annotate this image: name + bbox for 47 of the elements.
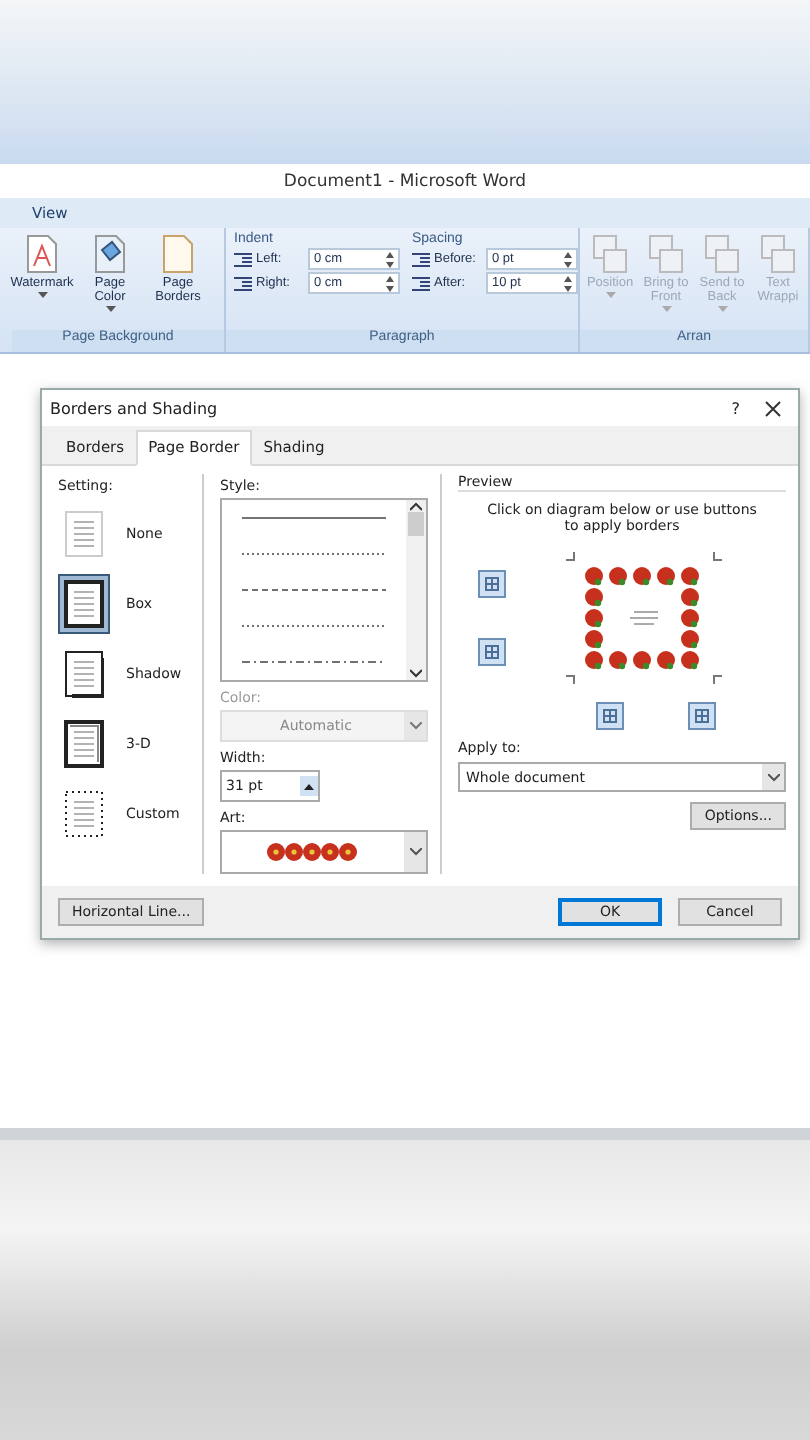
scroll-thumb[interactable] [408, 512, 424, 536]
bordered-page-icon [64, 720, 104, 768]
line-style-option[interactable] [242, 656, 386, 668]
spin-arrows-icon[interactable] [564, 275, 572, 291]
scroll-down-icon[interactable] [410, 668, 422, 680]
help-button[interactable]: ? [731, 399, 740, 417]
spin-up-icon[interactable] [300, 776, 318, 796]
caret-icon [717, 306, 727, 313]
scrollbar[interactable] [406, 500, 426, 680]
document-letter-icon [26, 234, 58, 274]
style-list[interactable] [220, 498, 428, 682]
caret-icon [661, 306, 671, 313]
indent-icon [412, 251, 430, 267]
indent-icon [412, 275, 430, 291]
line-style-option[interactable] [242, 620, 386, 632]
setting-option[interactable] [58, 574, 110, 634]
bordered-page-icon [64, 650, 104, 698]
dialog-title: Borders and Shading [50, 399, 220, 417]
border-toggle-icon[interactable] [478, 570, 506, 598]
line-style-option[interactable] [242, 548, 386, 560]
layers-icon [704, 234, 740, 274]
layers-icon [592, 234, 628, 274]
layers-icon [648, 234, 684, 274]
line-style-option[interactable] [242, 584, 386, 596]
caret-icon [605, 292, 615, 299]
page-border-preview-drawing[interactable] [566, 552, 722, 684]
indent-icon [234, 251, 252, 267]
close-icon[interactable] [764, 399, 782, 417]
setting-option[interactable] [58, 714, 110, 774]
border-toggle-icon[interactable] [478, 638, 506, 666]
indent-icon [234, 275, 252, 291]
page-lines-icon [64, 510, 104, 558]
art-dropdown[interactable] [220, 830, 428, 874]
bordered-page-icon [64, 580, 104, 628]
spin-arrows-icon[interactable] [386, 275, 394, 291]
poinsettia-row-icon [265, 838, 361, 866]
border-toggle-icon[interactable] [596, 702, 624, 730]
caret-icon [105, 306, 115, 313]
spin-arrows-icon[interactable] [386, 251, 394, 267]
spin-arrows-icon[interactable] [564, 251, 572, 267]
layers-icon [760, 234, 796, 274]
line-style-option[interactable] [242, 512, 386, 524]
caret-icon [37, 292, 47, 299]
page-icon [162, 234, 194, 274]
window-title: Document1 - Microsoft Word [283, 171, 527, 191]
border-toggle-icon[interactable] [688, 702, 716, 730]
scroll-up-icon[interactable] [410, 500, 422, 512]
